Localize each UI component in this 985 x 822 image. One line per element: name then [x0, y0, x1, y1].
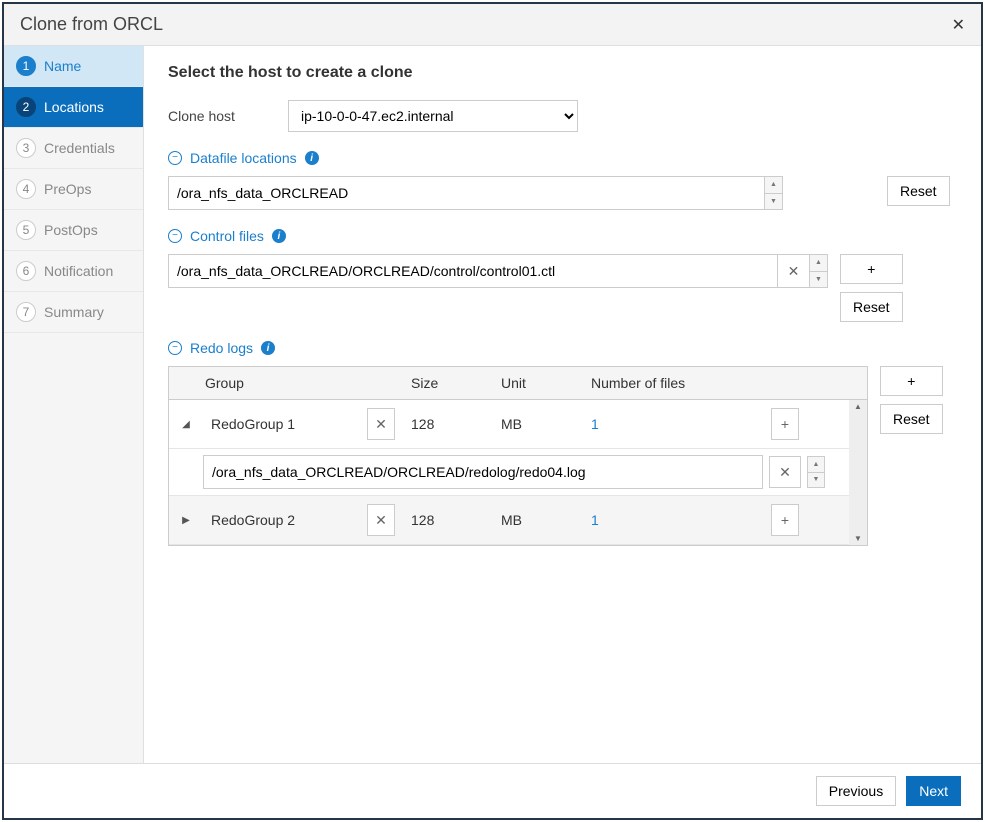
col-group: Group	[169, 367, 359, 399]
table-scrollbar[interactable]: ▲▼	[849, 400, 867, 545]
step-postops[interactable]: 5 PostOps	[4, 210, 143, 251]
redo-file-remove-button[interactable]: ✕	[769, 456, 801, 488]
section-title: Datafile locations	[190, 150, 297, 166]
redo-row: ◢ RedoGroup 1 ✕ 128 MB 1 +	[169, 400, 849, 449]
info-icon[interactable]: i	[261, 341, 275, 355]
step-number: 6	[16, 261, 36, 281]
step-credentials[interactable]: 3 Credentials	[4, 128, 143, 169]
control-file-input[interactable]	[169, 255, 777, 287]
page-heading: Select the host to create a clone	[168, 64, 957, 82]
redo-file-input[interactable]	[204, 456, 762, 488]
step-number: 3	[16, 138, 36, 158]
step-label: Notification	[44, 263, 113, 279]
step-notification[interactable]: 6 Notification	[4, 251, 143, 292]
redo-add-button[interactable]: +	[880, 366, 943, 396]
collapse-icon: −	[168, 151, 182, 165]
previous-button[interactable]: Previous	[816, 776, 896, 806]
col-unit: Unit	[493, 367, 583, 399]
spinner[interactable]: ▲▼	[764, 177, 782, 209]
redo-reset-button[interactable]: Reset	[880, 404, 943, 434]
redo-table: Group Size Unit Number of files ◢	[168, 366, 868, 546]
dialog-header: Clone from ORCL ✕	[4, 4, 981, 46]
dialog-footer: Previous Next	[4, 763, 981, 818]
redo-section-header[interactable]: − Redo logs i	[168, 340, 957, 356]
section-title: Control files	[190, 228, 264, 244]
step-label: PreOps	[44, 181, 91, 197]
collapse-icon: −	[168, 341, 182, 355]
step-label: Locations	[44, 99, 104, 115]
redo-numfiles[interactable]: 1	[583, 504, 763, 536]
next-button[interactable]: Next	[906, 776, 961, 806]
step-number: 2	[16, 97, 36, 117]
redo-size: 128	[403, 408, 493, 440]
main-panel: Select the host to create a clone Clone …	[144, 46, 981, 763]
redo-numfiles[interactable]: 1	[583, 408, 763, 440]
step-summary[interactable]: 7 Summary	[4, 292, 143, 333]
datafile-section-header[interactable]: − Datafile locations i	[168, 150, 957, 166]
datafile-reset-button[interactable]: Reset	[887, 176, 950, 206]
redo-group-name: RedoGroup 2	[203, 504, 359, 536]
step-preops[interactable]: 4 PreOps	[4, 169, 143, 210]
collapse-icon: −	[168, 229, 182, 243]
info-icon[interactable]: i	[272, 229, 286, 243]
col-numfiles: Number of files	[583, 367, 763, 399]
redo-remove-button[interactable]: ✕	[367, 408, 395, 440]
step-name[interactable]: 1 Name	[4, 46, 143, 87]
redo-add-file-button[interactable]: +	[771, 408, 799, 440]
clone-host-label: Clone host	[168, 108, 288, 124]
redo-file-row: ✕ ▲▼	[169, 449, 849, 496]
wizard-sidebar: 1 Name 2 Locations 3 Credentials 4 PreOp…	[4, 46, 144, 763]
spinner[interactable]: ▲▼	[809, 255, 827, 287]
redo-row: ▶ RedoGroup 2 ✕ 128 MB 1 +	[169, 496, 849, 545]
step-number: 5	[16, 220, 36, 240]
redo-group-name: RedoGroup 1	[203, 408, 359, 440]
clone-host-select[interactable]: ip-10-0-0-47.ec2.internal	[288, 100, 578, 132]
datafile-input-wrap: ▲▼	[168, 176, 783, 210]
control-add-button[interactable]: +	[840, 254, 903, 284]
step-label: Summary	[44, 304, 104, 320]
info-icon[interactable]: i	[305, 151, 319, 165]
spinner[interactable]: ▲▼	[807, 456, 825, 488]
step-number: 7	[16, 302, 36, 322]
step-number: 4	[16, 179, 36, 199]
control-reset-button[interactable]: Reset	[840, 292, 903, 322]
step-number: 1	[16, 56, 36, 76]
redo-size: 128	[403, 504, 493, 536]
section-title: Redo logs	[190, 340, 253, 356]
col-size: Size	[403, 367, 493, 399]
step-label: Credentials	[44, 140, 115, 156]
step-label: PostOps	[44, 222, 98, 238]
redo-unit: MB	[493, 408, 583, 440]
step-label: Name	[44, 58, 81, 74]
expand-icon[interactable]: ◢	[169, 411, 203, 438]
control-section-header[interactable]: − Control files i	[168, 228, 957, 244]
datafile-input[interactable]	[169, 177, 764, 209]
redo-remove-button[interactable]: ✕	[367, 504, 395, 536]
expand-icon[interactable]: ▶	[169, 507, 203, 534]
dialog-title: Clone from ORCL	[20, 14, 163, 35]
step-locations[interactable]: 2 Locations	[4, 87, 143, 128]
control-remove-button[interactable]: ✕	[777, 255, 809, 287]
close-icon[interactable]: ✕	[952, 15, 965, 35]
redo-unit: MB	[493, 504, 583, 536]
control-input-wrap: ✕ ▲▼	[168, 254, 828, 288]
redo-add-file-button[interactable]: +	[771, 504, 799, 536]
